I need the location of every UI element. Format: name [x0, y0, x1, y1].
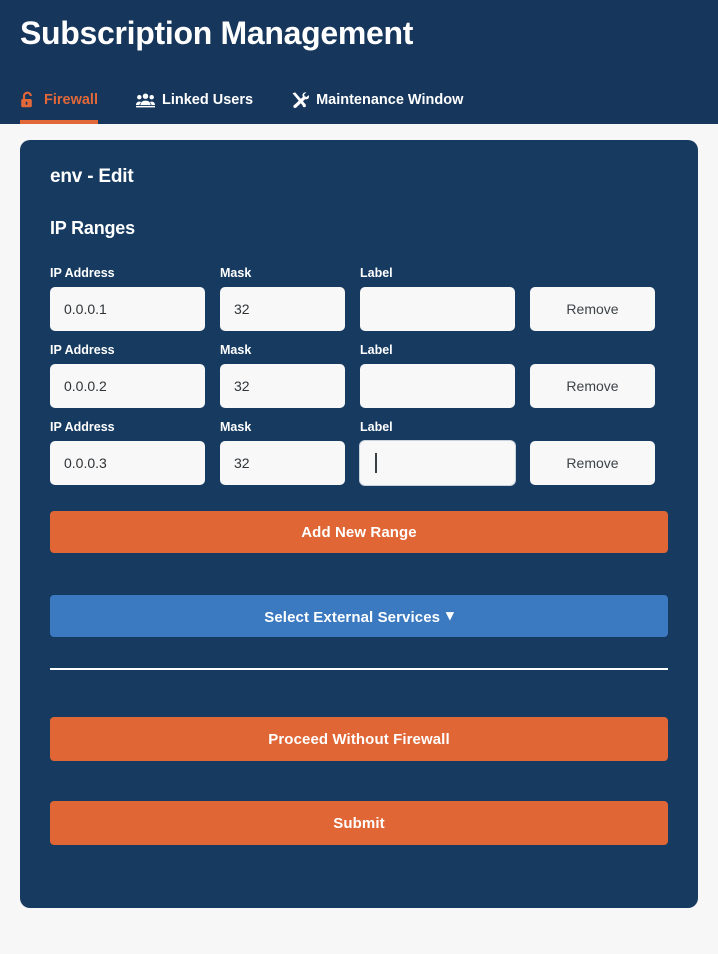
table-row: IP Address Mask Label Remov — [50, 419, 668, 485]
label-input[interactable] — [360, 287, 515, 331]
mask-field-group: Mask — [220, 419, 345, 485]
label-field-group: Label — [360, 419, 515, 485]
spacer-label — [530, 265, 655, 281]
mask-input[interactable] — [220, 364, 345, 408]
ip-address-field-group: IP Address — [50, 419, 205, 485]
mask-field-group: Mask — [220, 342, 345, 408]
label-field-group: Label — [360, 342, 515, 408]
page-body: env - Edit IP Ranges IP Address Mask Lab… — [0, 124, 718, 908]
remove-button[interactable]: Remove — [530, 287, 655, 331]
select-external-services-label: Select External Services — [264, 609, 441, 626]
mask-field-group: Mask — [220, 265, 345, 331]
mask-input[interactable] — [220, 441, 345, 485]
chevron-down-icon: ▾ — [446, 607, 454, 624]
remove-button[interactable]: Remove — [530, 364, 655, 408]
mask-label: Mask — [220, 343, 252, 357]
firewall-card: env - Edit IP Ranges IP Address Mask Lab… — [20, 140, 698, 908]
ip-address-label: IP Address — [50, 420, 115, 434]
mask-input[interactable] — [220, 287, 345, 331]
ip-address-label: IP Address — [50, 343, 115, 357]
ip-address-field-group: IP Address — [50, 265, 205, 331]
card-title: env - Edit — [50, 166, 134, 187]
tab-maintenance-window[interactable]: Maintenance Window — [291, 86, 463, 124]
label-label: Label — [360, 266, 393, 280]
submit-button[interactable]: Submit — [50, 801, 668, 845]
select-external-services-button[interactable]: Select External Services ▾ — [50, 595, 668, 637]
mask-label: Mask — [220, 266, 252, 280]
tab-linked-users-label: Linked Users — [162, 92, 254, 108]
spacer-label — [530, 419, 655, 435]
label-input-focused[interactable] — [360, 441, 515, 485]
users-icon — [136, 92, 155, 108]
ip-address-label: IP Address — [50, 266, 115, 280]
unlock-icon — [20, 91, 37, 109]
app-header: Subscription Management Firewall Linked … — [0, 0, 718, 124]
label-input[interactable] — [360, 364, 515, 408]
section-title-ip-ranges: IP Ranges — [50, 218, 135, 238]
tab-linked-users[interactable]: Linked Users — [136, 86, 253, 124]
table-row: IP Address Mask Label Remove — [50, 342, 668, 408]
tab-firewall-label: Firewall — [44, 92, 98, 108]
add-new-range-button[interactable]: Add New Range — [50, 511, 668, 553]
page-title: Subscription Management — [20, 15, 414, 51]
ip-address-field-group: IP Address — [50, 342, 205, 408]
mask-label: Mask — [220, 420, 252, 434]
label-field-group: Label — [360, 265, 515, 331]
tab-firewall[interactable]: Firewall — [20, 86, 98, 124]
ip-address-input[interactable] — [50, 287, 205, 331]
remove-button-group: Remove — [530, 342, 655, 408]
ip-address-input[interactable] — [50, 441, 205, 485]
label-label: Label — [360, 420, 393, 434]
label-label: Label — [360, 343, 393, 357]
tab-bar: Firewall Linked Users Maintenance Window — [20, 86, 698, 124]
remove-button-group: Remove — [530, 419, 655, 485]
table-row: IP Address Mask Label Remove — [50, 265, 668, 331]
proceed-without-firewall-button[interactable]: Proceed Without Firewall — [50, 717, 668, 761]
remove-button-group: Remove — [530, 265, 655, 331]
remove-button[interactable]: Remove — [530, 441, 655, 485]
ip-address-input[interactable] — [50, 364, 205, 408]
section-divider — [50, 668, 668, 670]
tools-icon — [291, 91, 310, 109]
text-cursor — [375, 453, 377, 473]
spacer-label — [530, 342, 655, 358]
tab-maintenance-window-label: Maintenance Window — [316, 92, 464, 108]
